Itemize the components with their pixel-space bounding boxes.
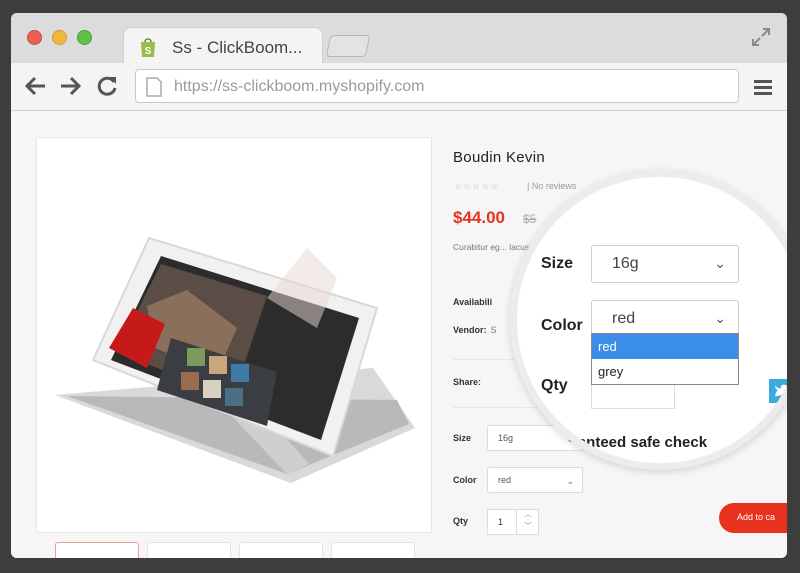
dropdown-option-red[interactable]: red bbox=[592, 334, 738, 359]
minimize-window-button[interactable] bbox=[52, 30, 67, 45]
hamburger-menu-icon[interactable] bbox=[753, 77, 773, 97]
color-dropdown-list[interactable]: red grey bbox=[591, 333, 739, 385]
size-label: Size bbox=[453, 433, 472, 443]
qty-label: Qty bbox=[453, 516, 469, 526]
browser-toolbar: https://ss-clickboom.myshopify.com bbox=[11, 63, 787, 111]
compare-price: $5 bbox=[523, 212, 537, 226]
zoom-color-label: Color bbox=[541, 317, 583, 334]
zoom-size-select[interactable]: 16g ⌄ bbox=[591, 245, 739, 283]
zoom-size-value: 16g bbox=[612, 255, 639, 272]
product-thumbnail[interactable] bbox=[55, 542, 139, 558]
reload-icon[interactable] bbox=[94, 73, 120, 99]
address-bar[interactable]: https://ss-clickboom.myshopify.com bbox=[135, 69, 739, 103]
fullscreen-icon[interactable] bbox=[751, 27, 771, 47]
vendor-row: Vendor: S bbox=[453, 325, 497, 335]
chevron-down-icon: ⌄ bbox=[714, 310, 726, 326]
vendor-label: Vendor: bbox=[453, 325, 487, 335]
new-tab-button[interactable] bbox=[325, 35, 371, 57]
tab-title: Ss - ClickBoom... bbox=[172, 38, 303, 57]
zoom-qty-label: Qty bbox=[541, 377, 568, 394]
product-thumbnail[interactable] bbox=[331, 542, 415, 558]
chevron-up-icon[interactable]: ︿ bbox=[517, 509, 539, 521]
dropdown-option-grey[interactable]: grey bbox=[592, 359, 738, 384]
size-selected-value: 16g bbox=[498, 433, 514, 443]
svg-text:S: S bbox=[145, 46, 152, 57]
review-count[interactable]: | No reviews bbox=[527, 181, 576, 191]
product-thumbnail[interactable] bbox=[239, 542, 323, 558]
shopify-bag-icon: S bbox=[141, 38, 155, 57]
twitter-icon[interactable] bbox=[769, 379, 787, 403]
product-thumbnail[interactable] bbox=[147, 542, 231, 558]
product-title: Boudin Kevin bbox=[453, 149, 545, 166]
chevron-down-icon: ⌄ bbox=[566, 476, 574, 486]
close-window-button[interactable] bbox=[27, 30, 42, 45]
availability-label: Availabili bbox=[453, 297, 493, 307]
color-selected-value: red bbox=[498, 475, 512, 485]
back-arrow-icon[interactable] bbox=[23, 73, 49, 99]
product-image bbox=[55, 236, 415, 483]
product-price: $44.00 bbox=[453, 208, 505, 227]
tab-bar: S Ss - ClickBoom... bbox=[11, 13, 787, 64]
color-select[interactable]: red ⌄ bbox=[487, 467, 583, 493]
zoom-color-value: red bbox=[612, 310, 636, 327]
browser-tab[interactable]: S Ss - ClickBoom... bbox=[123, 27, 323, 64]
page-content: Boudin Kevin ☆☆☆☆☆ | No reviews $44.00 $… bbox=[11, 111, 787, 558]
chevron-down-icon[interactable]: ﹀ bbox=[517, 521, 539, 533]
forward-arrow-icon[interactable] bbox=[57, 73, 83, 99]
browser-window: S Ss - ClickBoom... https://ss-clickboom… bbox=[11, 13, 787, 558]
maximize-window-button[interactable] bbox=[77, 30, 92, 45]
chevron-down-icon: ⌄ bbox=[714, 255, 726, 271]
page-icon bbox=[146, 77, 162, 97]
share-label: Share: bbox=[453, 377, 482, 387]
quantity-stepper[interactable]: ︿ ﹀ bbox=[516, 509, 539, 535]
add-to-cart-button[interactable]: Add to ca bbox=[719, 503, 787, 533]
rating-stars: ☆☆☆☆☆ bbox=[454, 181, 500, 191]
safe-checkout-text: ranteed safe check bbox=[572, 434, 708, 451]
product-image-card bbox=[36, 137, 432, 533]
color-label: Color bbox=[453, 475, 477, 485]
url-text: https://ss-clickboom.myshopify.com bbox=[174, 78, 425, 95]
zoom-size-label: Size bbox=[541, 255, 574, 272]
vendor-value: S bbox=[490, 325, 497, 335]
